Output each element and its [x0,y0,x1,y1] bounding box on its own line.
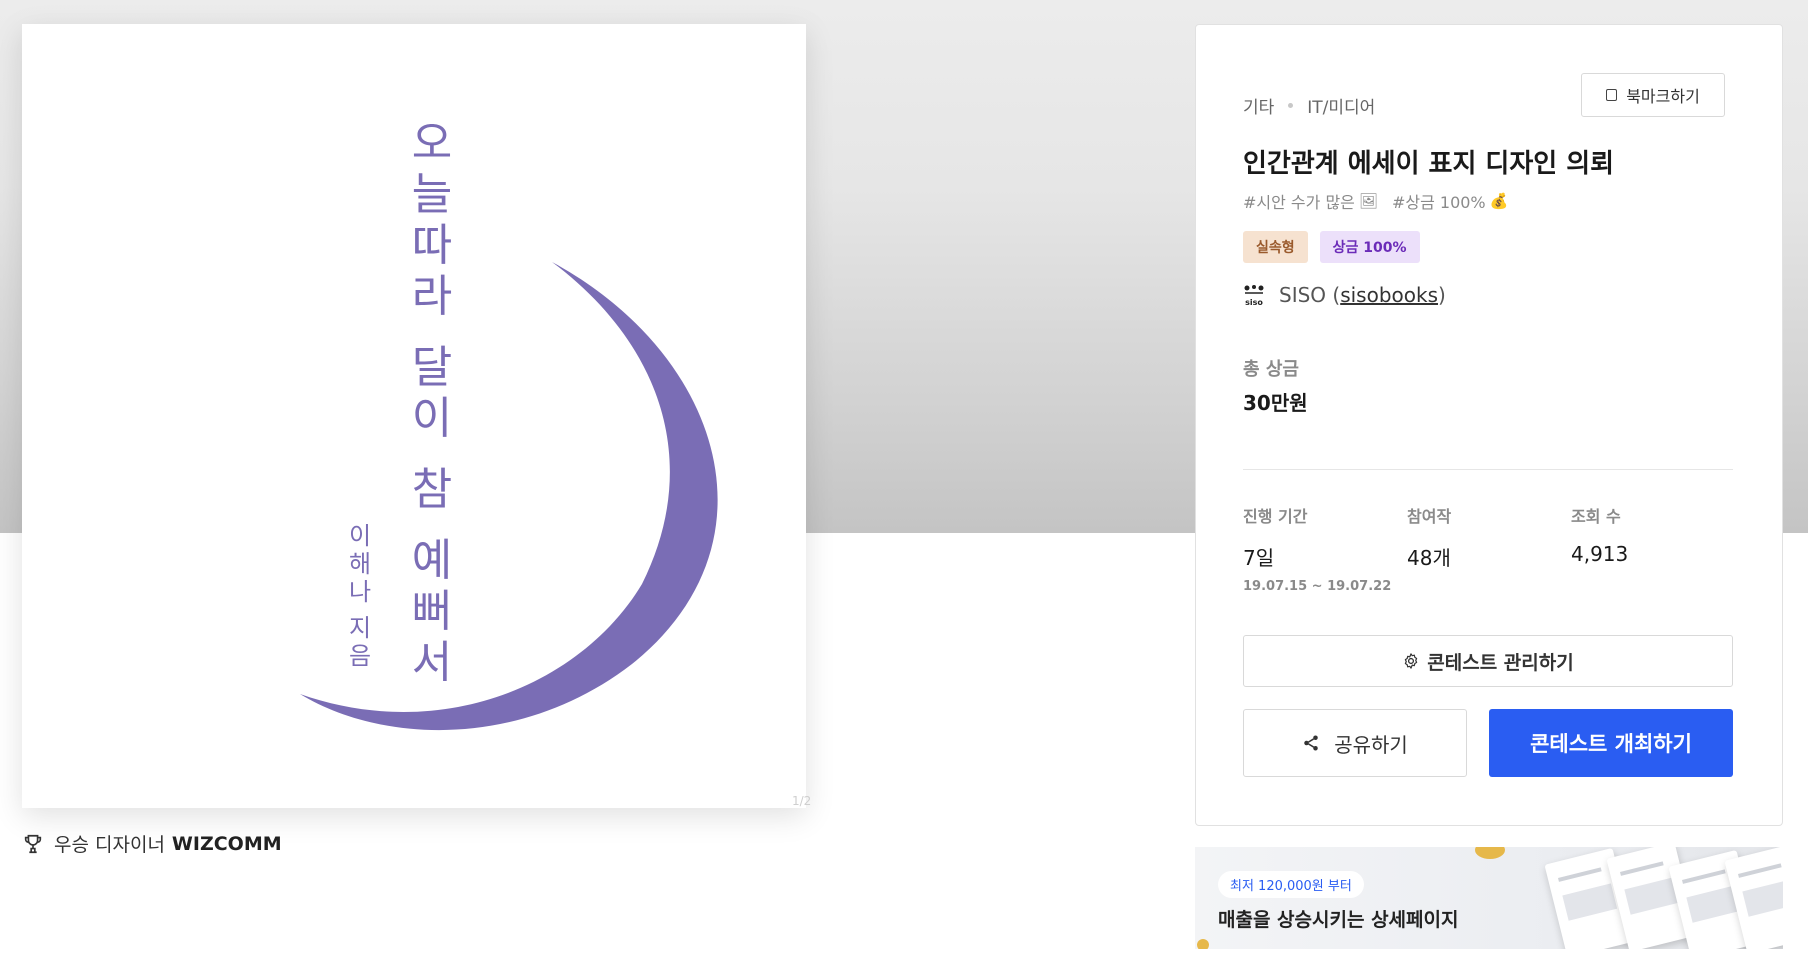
stat-value: 48개 [1407,546,1451,570]
cover-author-vertical: 이 해 나 지 음 [344,522,376,670]
cover-title-char: 라 [411,271,453,322]
stat-views: 조회 수 4,913 [1571,503,1628,566]
contest-cover-image[interactable]: 오 늘 따 라 달 이 참 예 뻐 서 이 해 나 지 음 1/2 [22,24,811,808]
host-info: siso SISO ( sisobooks ) [1243,283,1446,307]
money-bag-emoji-icon: 💰 [1489,192,1509,210]
ad-price-pill: 최저 120,000원 부터 [1218,871,1364,898]
stat-value: 4,913 [1571,542,1629,566]
cover-title-char: 참 [411,464,453,515]
share-icon [1304,735,1318,751]
cover-title-char: 오 [411,118,453,169]
host-logo: siso [1243,284,1265,307]
winner-line: 우승 디자이너 WIZCOMM [22,830,282,857]
manage-contest-button[interactable]: 콘테스트 관리하기 [1243,635,1733,687]
cover-watermark: 1/2 [792,794,812,808]
ad-banner[interactable]: 최저 120,000원 부터 매출을 상승시키는 상세페이지 [1195,847,1783,949]
host-handle-close: ) [1438,283,1446,307]
cover-author-char: 나 [348,578,372,606]
cover-title-char: 이 [411,393,453,444]
host-contest-button[interactable]: 콘테스트 개최하기 [1489,709,1733,777]
winner-name[interactable]: WIZCOMM [172,833,282,855]
share-label: 공유하기 [1334,732,1408,757]
bookmark-label: 북마크하기 [1626,87,1700,106]
hashtag[interactable]: #상금 100% 💰 [1392,189,1512,213]
cover-author-char: 해 [348,550,372,578]
breadcrumb-subcategory[interactable]: IT/미디어 [1307,93,1375,118]
host-logo-mark [1244,285,1264,294]
share-button[interactable]: 공유하기 [1243,709,1467,777]
total-prize-label: 총 상금 [1243,359,1299,380]
winner-label: 우승 디자이너 [54,834,165,856]
prize-badge: 상금 100% [1319,231,1420,263]
host-logo-text: siso [1245,298,1263,307]
hashtag[interactable]: #시안 수가 많은 🖼 [1243,189,1382,213]
ad-decoration [1475,847,1505,859]
stat-label: 진행 기간 [1243,507,1308,526]
stat-duration: 진행 기간 7일 19.07.15 ~ 19.07.22 [1243,503,1391,594]
badge-row: 실속형 상금 100% [1243,231,1432,263]
host-name: SISO ( [1279,283,1341,307]
cover-author-char: 음 [348,642,372,670]
cover-title-vertical: 오 늘 따 라 달 이 참 예 뻐 서 [402,118,462,688]
ad-mockup-images [1535,847,1783,949]
breadcrumb-separator [1288,103,1294,108]
breadcrumb-category[interactable]: 기타 [1243,93,1274,118]
breadcrumb: 기타 IT/미디어 [1243,93,1375,118]
manage-contest-label: 콘테스트 관리하기 [1427,651,1574,674]
ad-decoration [1197,939,1209,949]
contest-info-panel: 기타 IT/미디어 북마크하기 인간관계 에세이 표지 디자인 의뢰 #시안 수… [1195,24,1783,826]
stat-label: 조회 수 [1571,507,1621,526]
hashtag-label: #상금 100% [1391,193,1486,212]
bookmark-icon [1606,89,1618,101]
cover-title-char: 서 [411,637,453,688]
gear-icon [1405,653,1418,669]
divider [1243,469,1733,470]
cover-title-char: 따 [411,220,453,271]
stat-label: 참여작 [1407,507,1452,526]
cover-author-char: 지 [348,614,372,642]
ad-title: 매출을 상승시키는 상세페이지 [1218,909,1459,931]
stat-date-range: 19.07.15 ~ 19.07.22 [1243,579,1392,594]
cover-title-char: 달 [411,342,453,393]
hashtag-row: #시안 수가 많은 🖼 #상금 100% 💰 [1243,189,1512,213]
cover-author-char: 이 [348,522,372,550]
frame-emoji-icon: 🖼 [1358,192,1378,210]
cover-title-char: 늘 [411,169,453,220]
bookmark-button[interactable]: 북마크하기 [1581,73,1725,117]
hashtag-label: #시안 수가 많은 [1243,193,1355,212]
cover-title-char: 예 [411,535,453,586]
cover-title-char: 뻐 [411,586,453,637]
contest-title: 인간관계 에세이 표지 디자인 의뢰 [1243,149,1615,179]
grade-badge: 실속형 [1243,231,1308,263]
host-handle-link[interactable]: sisobooks [1340,283,1438,307]
trophy-icon [24,834,42,853]
stat-entries: 참여작 48개 [1407,503,1451,571]
stat-value: 7일 [1243,546,1275,570]
total-prize-value: 30만원 [1243,391,1308,415]
